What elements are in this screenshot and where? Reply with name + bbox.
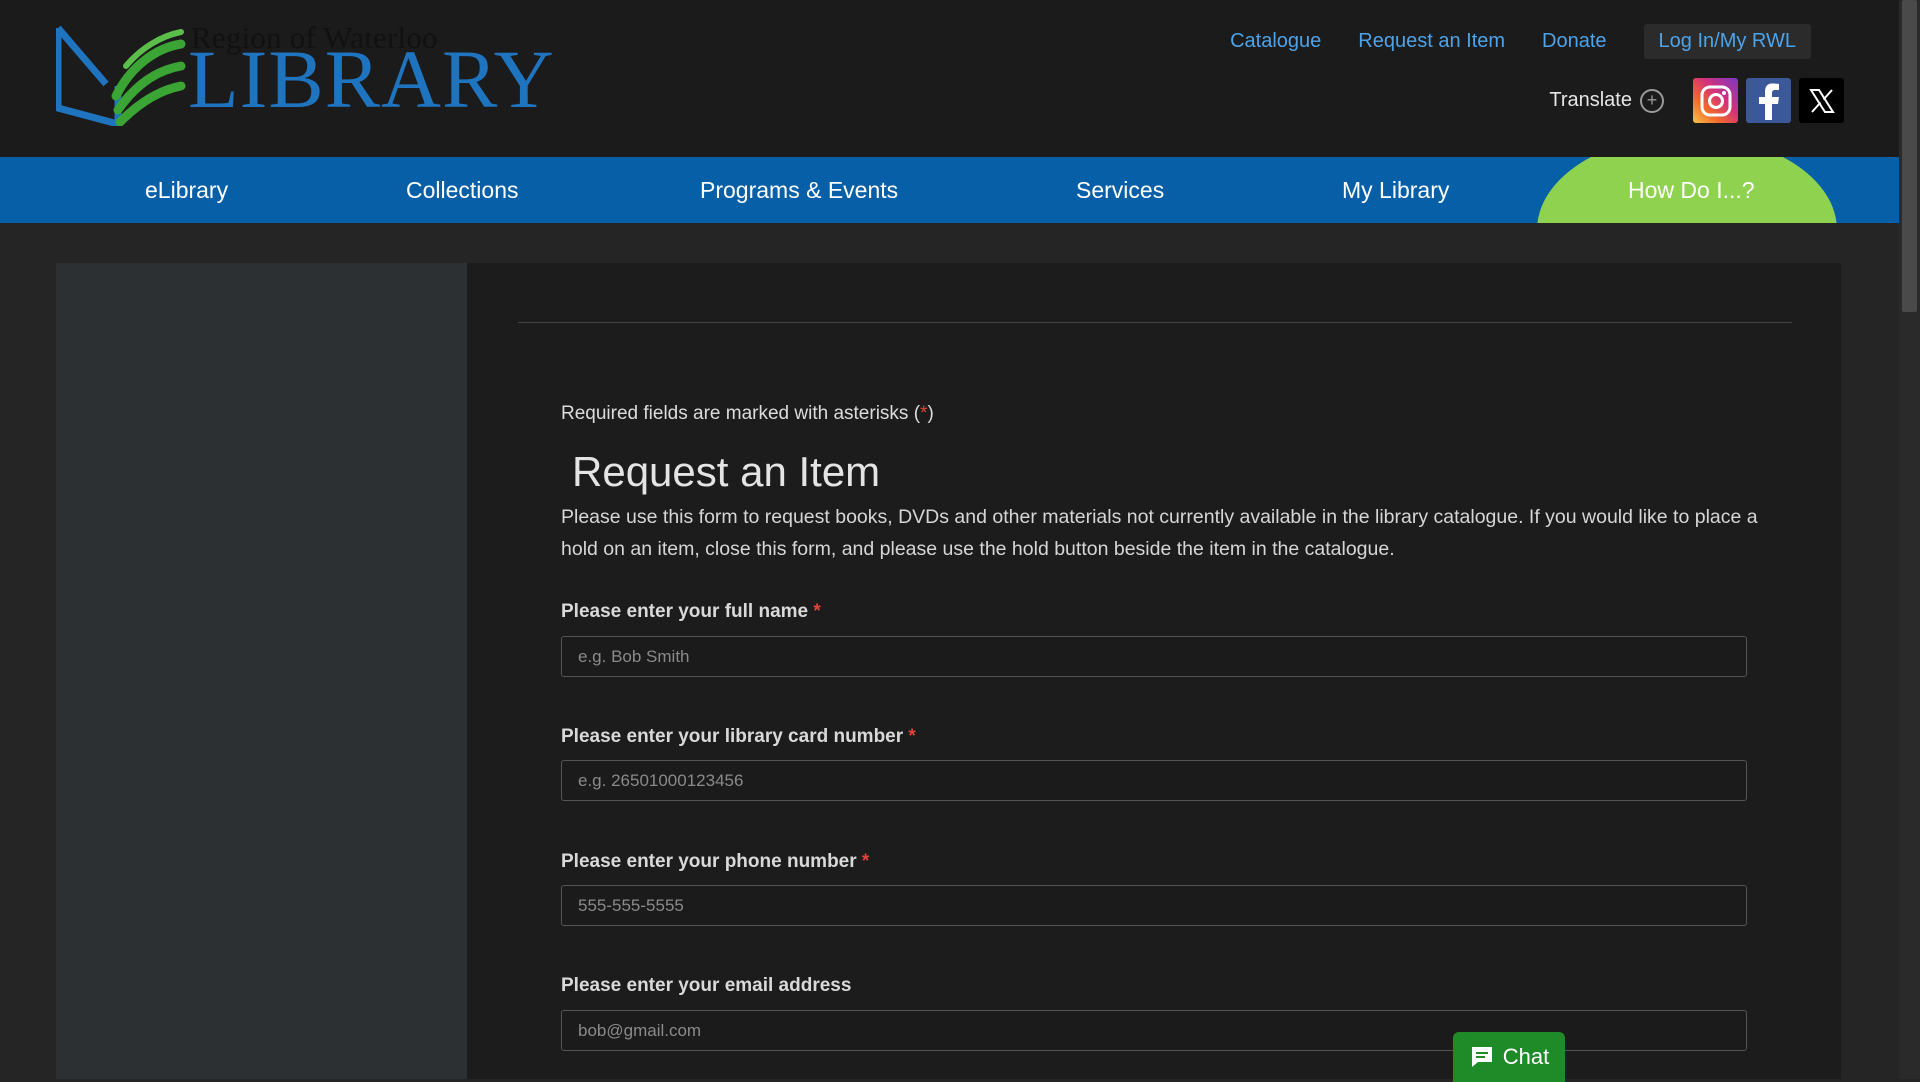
email-input[interactable] xyxy=(561,1010,1747,1051)
email-label-text: Please enter your email address xyxy=(561,975,852,996)
login-link[interactable]: Log In/My RWL xyxy=(1643,24,1811,59)
page-title: Request an Item xyxy=(572,448,881,495)
nav-my-library[interactable]: My Library xyxy=(1342,157,1449,223)
nav-programs-events[interactable]: Programs & Events xyxy=(700,157,898,223)
site-header: Region of Waterloo LIBRARY Catalogue Req… xyxy=(0,0,1899,157)
phone-label: Please enter your phone number * xyxy=(561,851,869,873)
instagram-icon[interactable] xyxy=(1693,78,1738,123)
form-intro: Please use this form to request books, D… xyxy=(561,506,1758,560)
book-logo-icon xyxy=(56,26,186,126)
divider xyxy=(518,322,1792,323)
main-content: Required fields are marked with asterisk… xyxy=(467,263,1841,1079)
card-number-label: Please enter your library card number * xyxy=(561,726,916,748)
request-item-link[interactable]: Request an Item xyxy=(1358,30,1505,53)
nav-services[interactable]: Services xyxy=(1076,157,1164,223)
donate-link[interactable]: Donate xyxy=(1542,30,1607,53)
page-scrollbar[interactable] xyxy=(1899,0,1920,1079)
chat-button[interactable]: Chat xyxy=(1453,1032,1565,1082)
chat-bubble-icon xyxy=(1471,1047,1492,1067)
email-label: Please enter your email address xyxy=(561,975,851,997)
top-links: Catalogue Request an Item Donate Log In/… xyxy=(1193,24,1811,59)
plus-circle-icon: + xyxy=(1640,88,1664,113)
translate-button[interactable]: Translate + xyxy=(1549,88,1664,113)
nav-how-do-i[interactable]: How Do I...? xyxy=(1628,157,1755,223)
required-note: Required fields are marked with asterisk… xyxy=(561,403,934,425)
facebook-icon[interactable] xyxy=(1746,78,1791,123)
logo-library-text: LIBRARY xyxy=(188,33,555,125)
scrollbar-thumb[interactable] xyxy=(1902,0,1917,312)
main-nav: eLibrary Collections Programs & Events S… xyxy=(0,157,1899,223)
chat-label: Chat xyxy=(1502,1044,1550,1069)
x-icon[interactable] xyxy=(1799,78,1844,123)
left-sidebar xyxy=(56,263,467,1079)
required-asterisk: * xyxy=(813,601,821,622)
catalogue-link[interactable]: Catalogue xyxy=(1230,30,1321,53)
nav-elibrary[interactable]: eLibrary xyxy=(145,157,228,223)
required-asterisk: * xyxy=(908,726,916,747)
phone-label-text: Please enter your phone number xyxy=(561,851,857,872)
required-asterisk: * xyxy=(861,851,870,872)
utility-bar: Translate + xyxy=(1549,78,1844,123)
full-name-input[interactable] xyxy=(561,636,1747,677)
required-note-close: ) xyxy=(927,403,934,424)
nav-collections[interactable]: Collections xyxy=(406,157,519,223)
full-name-label-text: Please enter your full name xyxy=(561,601,809,622)
full-name-label: Please enter your full name * xyxy=(561,601,821,623)
phone-input[interactable] xyxy=(561,885,1747,926)
translate-label: Translate xyxy=(1549,89,1632,111)
required-note-text: Required fields are marked with asterisk… xyxy=(561,403,921,424)
library-logo[interactable]: Region of Waterloo LIBRARY xyxy=(56,20,554,128)
card-number-label-text: Please enter your library card number xyxy=(561,726,904,747)
card-number-input[interactable] xyxy=(561,760,1747,801)
